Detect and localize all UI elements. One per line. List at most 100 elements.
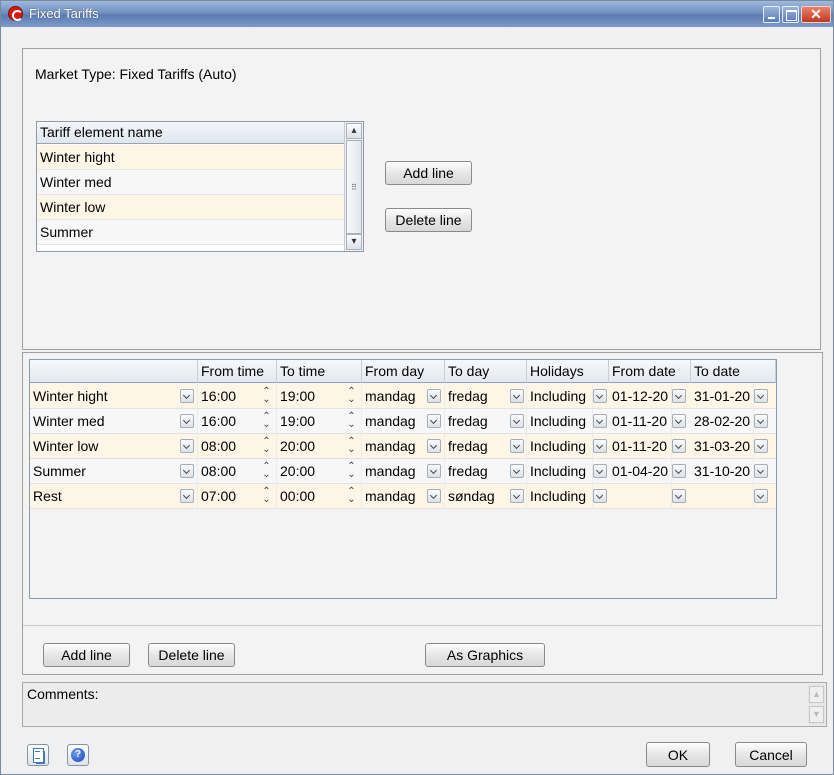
holidays-cell[interactable]: Including <box>527 384 593 408</box>
holidays-cell[interactable]: Including <box>527 484 593 508</box>
chevron-down-icon[interactable] <box>672 389 686 403</box>
time-spinner-icon[interactable]: ⌃ ⌄ <box>344 412 359 430</box>
chevron-down-icon[interactable] <box>593 414 607 428</box>
column-header-to-day[interactable]: To day <box>445 360 527 383</box>
tariff-list-scrollbar[interactable]: ▴ ⠿ ▾ <box>344 122 363 251</box>
list-item[interactable]: Winter hight <box>37 145 344 170</box>
table-row[interactable]: Summer 08:00 ⌃ ⌄ 20:00 ⌃ ⌄ mandag fredag I… <box>30 459 776 484</box>
column-header-to-time[interactable]: To time <box>277 360 362 383</box>
chevron-down-icon[interactable] <box>754 414 768 428</box>
maximize-button[interactable] <box>782 6 799 23</box>
chevron-down-icon[interactable] <box>427 489 441 503</box>
from-date-cell[interactable]: 01-12-20 <box>609 384 672 408</box>
tariff-name-cell[interactable]: Winter med <box>30 409 198 433</box>
help-icon[interactable]: ? <box>67 744 89 766</box>
time-spinner-icon[interactable]: ⌃ ⌄ <box>259 412 274 430</box>
chevron-down-icon[interactable] <box>672 464 686 478</box>
tariff-name-cell[interactable]: Winter hight <box>30 384 198 408</box>
column-header-from-time[interactable]: From time <box>198 360 277 383</box>
chevron-down-icon[interactable] <box>672 439 686 453</box>
title-bar[interactable]: Fixed Tariffs ✕ <box>1 1 833 27</box>
scroll-down-icon[interactable]: ▼ <box>809 706 824 723</box>
time-spinner-icon[interactable]: ⌃ ⌄ <box>344 387 359 405</box>
chevron-down-icon[interactable] <box>754 489 768 503</box>
table-row[interactable]: Rest 07:00 ⌃ ⌄ 00:00 ⌃ ⌄ mandag søndag Inc… <box>30 484 776 509</box>
from-date-cell[interactable]: 01-11-20 <box>609 409 672 433</box>
time-spinner-icon[interactable]: ⌃ ⌄ <box>259 387 274 405</box>
delete-tariff-element-button[interactable]: Delete line <box>385 208 472 232</box>
chevron-down-icon[interactable] <box>180 414 194 428</box>
table-row[interactable]: Winter low 08:00 ⌃ ⌄ 20:00 ⌃ ⌄ mandag fred… <box>30 434 776 459</box>
chevron-down-icon[interactable] <box>593 464 607 478</box>
chevron-down-icon[interactable] <box>672 414 686 428</box>
chevron-down-icon[interactable] <box>754 464 768 478</box>
scroll-down-icon[interactable]: ▾ <box>346 234 362 250</box>
chevron-down-icon[interactable] <box>510 464 524 478</box>
list-item[interactable]: Winter med <box>37 170 344 195</box>
holidays-cell[interactable]: Including <box>527 409 593 433</box>
tariff-name-cell[interactable]: Summer <box>30 459 198 483</box>
chevron-down-icon[interactable] <box>427 389 441 403</box>
list-item[interactable]: Winter low <box>37 195 344 220</box>
scrollbar-thumb[interactable]: ⠿ <box>346 140 362 234</box>
to-date-cell[interactable]: 31-03-20 <box>691 434 754 458</box>
as-graphics-button[interactable]: As Graphics <box>425 643 545 667</box>
add-tariff-element-button[interactable]: Add line <box>385 161 472 185</box>
tariff-periods-grid[interactable]: From time To time From day To day Holida… <box>29 359 777 599</box>
to-date-cell[interactable]: 28-02-20 <box>691 409 754 433</box>
chevron-down-icon[interactable] <box>180 464 194 478</box>
time-spinner-icon[interactable]: ⌃ ⌄ <box>259 462 274 480</box>
chevron-down-icon[interactable] <box>754 439 768 453</box>
comments-field[interactable]: Comments: ▲ ▼ <box>22 682 827 727</box>
chevron-down-icon[interactable] <box>427 439 441 453</box>
list-item[interactable]: Summer <box>37 220 344 245</box>
chevron-down-icon[interactable] <box>510 439 524 453</box>
cancel-button[interactable]: Cancel <box>735 742 807 767</box>
time-spinner-icon[interactable]: ⌃ ⌄ <box>259 437 274 455</box>
chevron-down-icon[interactable] <box>180 489 194 503</box>
chevron-down-icon[interactable] <box>180 439 194 453</box>
comments-scrollbar[interactable]: ▲ ▼ <box>808 684 825 725</box>
time-spinner-icon[interactable]: ⌃ ⌄ <box>344 462 359 480</box>
chevron-down-icon[interactable] <box>672 489 686 503</box>
chevron-down-icon[interactable] <box>593 439 607 453</box>
holidays-cell[interactable]: Including <box>527 434 593 458</box>
to-date-cell[interactable]: 31-01-20 <box>691 384 754 408</box>
holidays-cell[interactable]: Including <box>527 459 593 483</box>
chevron-down-icon[interactable] <box>510 389 524 403</box>
column-header-from-day[interactable]: From day <box>362 360 445 383</box>
tariff-name-cell[interactable]: Winter low <box>30 434 198 458</box>
column-header-holidays[interactable]: Holidays <box>527 360 609 383</box>
add-period-button[interactable]: Add line <box>43 643 130 667</box>
chevron-down-icon[interactable] <box>754 389 768 403</box>
from-date-cell[interactable]: 01-11-20 <box>609 434 672 458</box>
scroll-up-icon[interactable]: ▴ <box>346 123 362 139</box>
chevron-down-icon[interactable] <box>510 489 524 503</box>
to-date-cell[interactable] <box>691 484 754 508</box>
scroll-up-icon[interactable]: ▲ <box>809 686 824 703</box>
chevron-down-icon[interactable] <box>427 414 441 428</box>
document-icon[interactable] <box>27 744 49 766</box>
tariff-element-list[interactable]: Tariff element name Winter hight Winter … <box>36 121 364 252</box>
time-spinner-icon[interactable]: ⌃ ⌄ <box>344 487 359 505</box>
chevron-down-icon[interactable] <box>593 389 607 403</box>
delete-period-button[interactable]: Delete line <box>148 643 235 667</box>
time-spinner-icon[interactable]: ⌃ ⌄ <box>259 487 274 505</box>
table-row[interactable]: Winter med 16:00 ⌃ ⌄ 19:00 ⌃ ⌄ mandag fred… <box>30 409 776 434</box>
chevron-down-icon[interactable] <box>593 489 607 503</box>
from-date-cell[interactable] <box>609 484 672 508</box>
table-row[interactable]: Winter hight 16:00 ⌃ ⌄ 19:00 ⌃ ⌄ mandag fr… <box>30 384 776 409</box>
ok-button[interactable]: OK <box>646 742 710 767</box>
column-header-from-date[interactable]: From date <box>609 360 691 383</box>
from-date-cell[interactable]: 01-04-20 <box>609 459 672 483</box>
column-header-name[interactable] <box>30 360 198 383</box>
minimize-button[interactable] <box>763 6 780 23</box>
chevron-down-icon[interactable] <box>180 389 194 403</box>
tariff-name-cell[interactable]: Rest <box>30 484 198 508</box>
chevron-down-icon[interactable] <box>510 414 524 428</box>
column-header-to-date[interactable]: To date <box>691 360 776 383</box>
chevron-down-icon[interactable] <box>427 464 441 478</box>
time-spinner-icon[interactable]: ⌃ ⌄ <box>344 437 359 455</box>
to-date-cell[interactable]: 31-10-20 <box>691 459 754 483</box>
tariff-list-header[interactable]: Tariff element name <box>37 122 344 144</box>
